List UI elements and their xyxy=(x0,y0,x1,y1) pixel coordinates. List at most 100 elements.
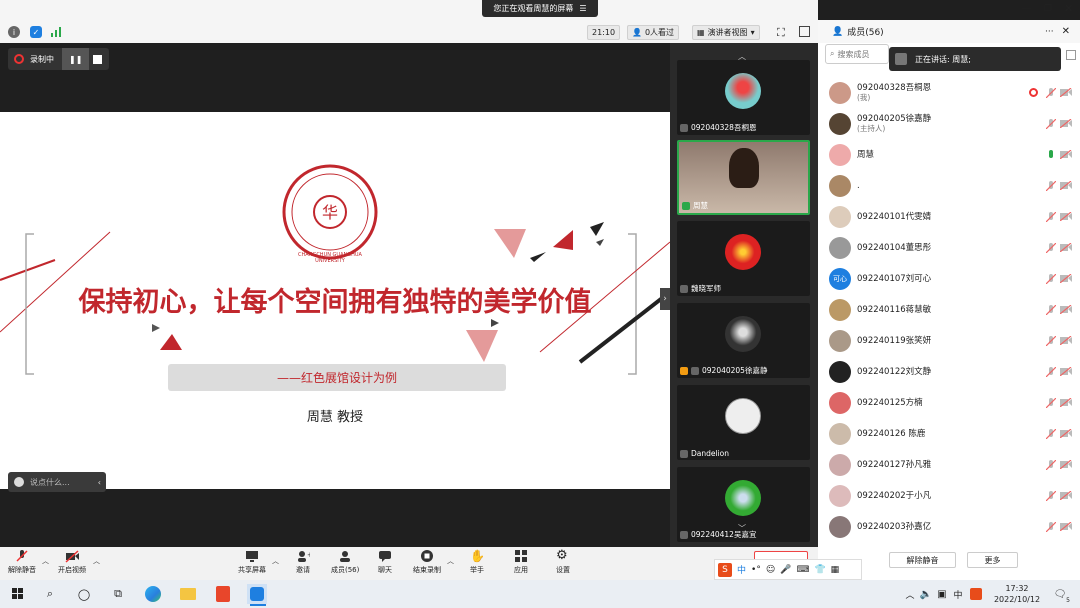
fullscreen-icon[interactable]: ⛶ xyxy=(777,26,785,40)
end-recording-button[interactable]: 结束录制 xyxy=(413,549,441,575)
restore-icon[interactable]: ❐ xyxy=(1044,4,1052,14)
camera-off-icon[interactable] xyxy=(1060,305,1072,314)
members-button[interactable]: 成员(56) xyxy=(331,549,359,575)
camera-off-icon[interactable] xyxy=(1060,491,1072,500)
emoji-icon[interactable]: ☺ xyxy=(766,565,775,575)
toolbox-icon[interactable]: ▦ xyxy=(831,565,840,575)
chat-button[interactable]: 聊天 xyxy=(378,549,392,575)
video-tile[interactable]: 092040205徐嘉静 xyxy=(677,303,810,378)
mic-muted-icon[interactable] xyxy=(1046,366,1056,377)
camera-off-icon[interactable] xyxy=(1060,243,1072,252)
minimize-icon[interactable]: — xyxy=(1022,4,1031,14)
camera-off-icon[interactable] xyxy=(1060,88,1072,97)
voice-icon[interactable]: 🎤 xyxy=(780,565,791,575)
camera-off-icon[interactable] xyxy=(1060,274,1072,283)
office-icon[interactable] xyxy=(213,584,233,604)
settings-button[interactable]: ⚙ 设置 xyxy=(556,549,570,575)
mic-muted-icon[interactable] xyxy=(1046,273,1056,284)
info-icon[interactable]: i xyxy=(8,26,20,38)
start-video-button[interactable]: 开启视频 xyxy=(58,549,86,575)
camera-off-icon[interactable] xyxy=(1060,367,1072,376)
system-clock[interactable]: 17:32 2022/10/12 xyxy=(990,583,1044,605)
camera-off-icon[interactable] xyxy=(1060,336,1072,345)
ime-toolbar[interactable]: S 中 •° ☺ 🎤 ⌨ 👕 ▦ xyxy=(714,559,862,580)
cortana-icon[interactable]: ◯ xyxy=(74,584,94,604)
viewing-screen-banner[interactable]: 您正在观看周慧的屏幕 ☰ xyxy=(482,0,598,17)
ime-tray-icon[interactable] xyxy=(966,584,986,604)
chevron-up-icon[interactable]: ︿ xyxy=(42,556,49,566)
member-row[interactable]: 092240119张笑妍 xyxy=(818,325,1080,356)
meeting-app-icon[interactable] xyxy=(247,584,267,604)
invite-button[interactable]: + 邀请 xyxy=(296,549,310,575)
mic-muted-icon[interactable] xyxy=(1046,428,1056,439)
close-panel-icon[interactable]: ✕ xyxy=(1062,26,1070,37)
more-options-icon[interactable]: ··· xyxy=(1045,27,1054,37)
pause-record-button[interactable]: ❚❚ xyxy=(62,48,90,70)
mic-muted-icon[interactable] xyxy=(1046,118,1056,129)
video-tile[interactable]: 092040328吾桐恩 xyxy=(677,60,810,135)
chat-input[interactable]: 说点什么... ‹ xyxy=(8,472,106,492)
ime-mode-indicator[interactable]: 中 xyxy=(948,584,968,604)
raise-hand-button[interactable]: ✋ 举手 xyxy=(470,549,485,575)
windows-start-icon[interactable] xyxy=(8,584,28,604)
camera-off-icon[interactable] xyxy=(1060,522,1072,531)
chevron-left-icon[interactable]: ‹ xyxy=(98,478,101,487)
mic-muted-icon[interactable] xyxy=(1046,242,1056,253)
unmute-button[interactable]: 解除静音 xyxy=(8,549,36,575)
more-button[interactable]: 更多 xyxy=(967,552,1018,568)
emoji-icon[interactable] xyxy=(14,477,24,487)
member-row[interactable]: 092240125方楠 xyxy=(818,387,1080,418)
edge-browser-icon[interactable] xyxy=(143,584,163,604)
stop-record-button[interactable] xyxy=(93,54,103,64)
panel-settings-icon[interactable] xyxy=(1066,50,1076,60)
member-row[interactable]: 092040205徐嘉静 (主持人) xyxy=(818,108,1080,139)
member-row[interactable]: 可心 092240107刘可心 xyxy=(818,263,1080,294)
strip-down-icon[interactable]: ﹀ xyxy=(738,523,746,534)
member-row[interactable]: . xyxy=(818,170,1080,201)
shield-icon[interactable]: ✓ xyxy=(30,26,42,38)
keyboard-icon[interactable]: ⌨ xyxy=(796,565,809,575)
camera-off-icon[interactable] xyxy=(1060,429,1072,438)
punctuation-icon[interactable]: •° xyxy=(751,565,761,575)
member-row[interactable]: 092240126 陈鹿 xyxy=(818,418,1080,449)
camera-off-icon[interactable] xyxy=(1060,150,1072,159)
camera-off-icon[interactable] xyxy=(1060,212,1072,221)
unmute-all-button[interactable]: 解除静音 xyxy=(889,552,956,568)
mic-muted-icon[interactable] xyxy=(1046,490,1056,501)
mic-on-icon[interactable] xyxy=(1046,149,1056,160)
mic-muted-icon[interactable] xyxy=(1046,180,1056,191)
camera-off-icon[interactable] xyxy=(1060,398,1072,407)
search-icon[interactable]: ⌕ xyxy=(40,584,60,604)
chevron-up-icon[interactable]: ︿ xyxy=(93,556,100,566)
member-row[interactable]: 092240127孙凡雅 xyxy=(818,449,1080,480)
collapse-strip-button[interactable]: › xyxy=(660,288,670,310)
member-row[interactable]: 092240116蒋慧敏 xyxy=(818,294,1080,325)
member-row[interactable]: 092240122刘文静 xyxy=(818,356,1080,387)
camera-off-icon[interactable] xyxy=(1060,181,1072,190)
mic-muted-icon[interactable] xyxy=(1046,87,1056,98)
mic-muted-icon[interactable] xyxy=(1046,304,1056,315)
apps-button[interactable]: 应用 xyxy=(514,549,528,575)
task-view-icon[interactable]: ⧉ xyxy=(108,584,128,604)
chevron-up-icon[interactable]: ︿ xyxy=(447,556,454,566)
signal-icon[interactable] xyxy=(50,26,62,38)
viewers-count[interactable]: 👤 0人看过 xyxy=(627,25,680,40)
video-tile-active-speaker[interactable]: 周慧 xyxy=(677,140,810,215)
notification-center-icon[interactable]: 🗨 5 xyxy=(1050,584,1070,605)
member-row[interactable]: 周慧 xyxy=(818,139,1080,170)
view-mode-select[interactable]: ▦ 演讲者视图 ▾ xyxy=(692,25,760,40)
member-row[interactable]: 092240202于小凡 xyxy=(818,480,1080,511)
camera-off-icon[interactable] xyxy=(1060,119,1072,128)
sidebar-toggle-icon[interactable] xyxy=(799,26,810,37)
chevron-up-icon[interactable]: ︿ xyxy=(272,556,279,566)
file-explorer-icon[interactable] xyxy=(178,584,198,604)
mic-muted-icon[interactable] xyxy=(1046,459,1056,470)
video-tile[interactable]: Dandelion xyxy=(677,385,810,460)
ime-language[interactable]: 中 xyxy=(737,563,746,576)
mic-muted-icon[interactable] xyxy=(1046,335,1056,346)
member-search-input[interactable]: ⌕ 搜索成员 xyxy=(825,44,889,64)
menu-icon[interactable]: ☰ xyxy=(579,4,586,13)
close-icon[interactable]: ✕ xyxy=(1064,2,1073,15)
mic-muted-icon[interactable] xyxy=(1046,397,1056,408)
video-tile[interactable]: 魏晓军师 xyxy=(677,221,810,296)
